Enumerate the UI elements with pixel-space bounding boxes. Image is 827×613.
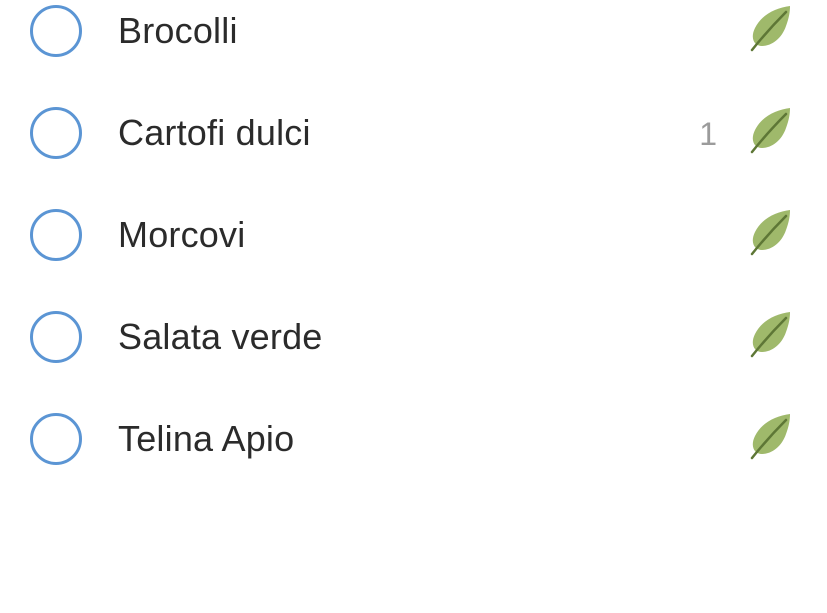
item-label: Cartofi dulci <box>118 112 311 153</box>
item-count: 1 <box>699 116 717 152</box>
list-item[interactable]: Salata verde <box>0 288 827 390</box>
item-label: Telina Apio <box>118 418 295 459</box>
checkbox-circle[interactable] <box>30 5 82 57</box>
list-item[interactable]: Telina Apio <box>0 390 827 492</box>
leaf-icon <box>746 308 798 360</box>
checkbox-circle[interactable] <box>30 209 82 261</box>
leaf-icon <box>746 2 798 54</box>
list-item[interactable]: Cartofi dulci 1 <box>0 84 827 186</box>
list-item[interactable]: Brocolli <box>0 0 827 84</box>
grocery-list: Brocolli Cartofi dulci 1 Morcovi Salata … <box>0 0 827 492</box>
leaf-icon <box>746 410 798 462</box>
item-label: Morcovi <box>118 214 246 255</box>
item-label: Salata verde <box>118 316 323 357</box>
leaf-icon <box>746 206 798 258</box>
leaf-icon <box>746 104 798 156</box>
checkbox-circle[interactable] <box>30 107 82 159</box>
item-label: Brocolli <box>118 10 238 51</box>
list-item[interactable]: Morcovi <box>0 186 827 288</box>
checkbox-circle[interactable] <box>30 311 82 363</box>
checkbox-circle[interactable] <box>30 413 82 465</box>
